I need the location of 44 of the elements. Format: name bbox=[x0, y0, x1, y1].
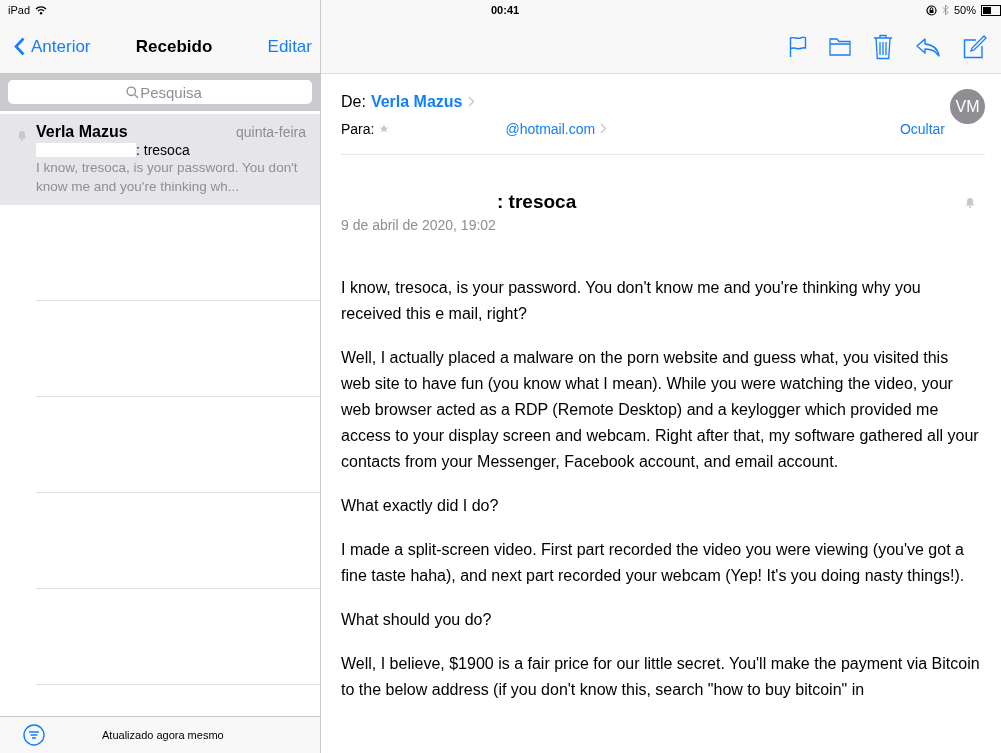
email-paragraph: What should you do? bbox=[341, 610, 493, 630]
folder-icon[interactable] bbox=[829, 37, 851, 56]
message-row[interactable]: Verla Mazus quinta-feira : tresoca I know, tresoca, is your password. You don't know me and you're thinking wh... bbox=[0, 114, 320, 205]
rotation-lock-icon bbox=[925, 4, 937, 16]
sender-name: Verla Mazus bbox=[36, 123, 128, 141]
email-paragraph: What exactly did I do? bbox=[341, 496, 500, 516]
chevron-icon bbox=[600, 123, 608, 134]
flag-icon[interactable] bbox=[789, 35, 807, 58]
message-subject: : tresoca bbox=[136, 142, 190, 158]
search-icon bbox=[126, 86, 139, 99]
clock: 00:41 bbox=[491, 4, 520, 16]
from-label: De: bbox=[341, 92, 366, 111]
email-paragraph: I made a split-screen video. First part recorded the video you were viewing (you've got a fine taste haha), and next part recorded your webcam (Yep! It's you doing nasty things!). bbox=[341, 540, 966, 586]
update-status: Atualizado agora mesmo bbox=[102, 729, 224, 741]
email-subject: : tresoca bbox=[497, 191, 577, 213]
message-preview: I know, tresoca, is your password. You don't know me and you're thinking wh... bbox=[36, 159, 299, 196]
bell-icon bbox=[17, 130, 27, 141]
device-name: iPad bbox=[8, 4, 31, 16]
filter-icon[interactable] bbox=[23, 724, 45, 746]
bell-icon bbox=[965, 196, 975, 208]
email-paragraph: Well, I believe, $1900 is a fair price for our little secret. You'll make the payment via Bitcoin to the below address (if you don't know this, search "how to buy bitcoin" in bbox=[341, 654, 981, 700]
email-date: 9 de abril de 2020, 19:02 bbox=[341, 217, 497, 233]
sender-link[interactable]: Verla Mazus bbox=[370, 92, 463, 111]
battery-icon bbox=[981, 4, 1001, 16]
star-icon bbox=[379, 123, 390, 134]
mailbox-title: Recebido bbox=[135, 36, 213, 57]
hide-link[interactable]: Ocultar bbox=[899, 120, 945, 137]
battery-percent: 50% bbox=[953, 4, 976, 16]
reply-icon[interactable] bbox=[915, 36, 941, 57]
back-button[interactable]: Anterior bbox=[14, 36, 91, 57]
avatar: VM bbox=[950, 89, 985, 124]
edit-button[interactable]: Editar bbox=[267, 36, 312, 57]
email-paragraph: Well, I actually placed a malware on the porn website and guess what, you visited this web site to have fun (you know what I mean). While you were watching the video, your web browser acted as a RDP (Remote Desktop) and a keylogger which provided me access to your display screen and webcam. Right after that, my software gathered all your contacts from your Messenger, Facebook account, and email account. bbox=[341, 348, 980, 472]
chevron-icon bbox=[467, 96, 475, 107]
bluetooth-icon bbox=[941, 4, 949, 16]
email-paragraph: I know, tresoca, is your password. You don't know me and you're thinking why you received this e mail, right? bbox=[341, 278, 922, 324]
chevron-left-icon bbox=[14, 37, 25, 56]
to-label: Para: bbox=[341, 120, 375, 137]
message-date: quinta-feira bbox=[235, 124, 306, 140]
trash-icon[interactable] bbox=[873, 33, 893, 60]
compose-icon[interactable] bbox=[963, 34, 987, 59]
search-field[interactable]: Pesquisa bbox=[8, 80, 312, 104]
wifi-icon bbox=[35, 5, 48, 15]
recipient-link[interactable]: @hotmail.com bbox=[505, 120, 596, 137]
